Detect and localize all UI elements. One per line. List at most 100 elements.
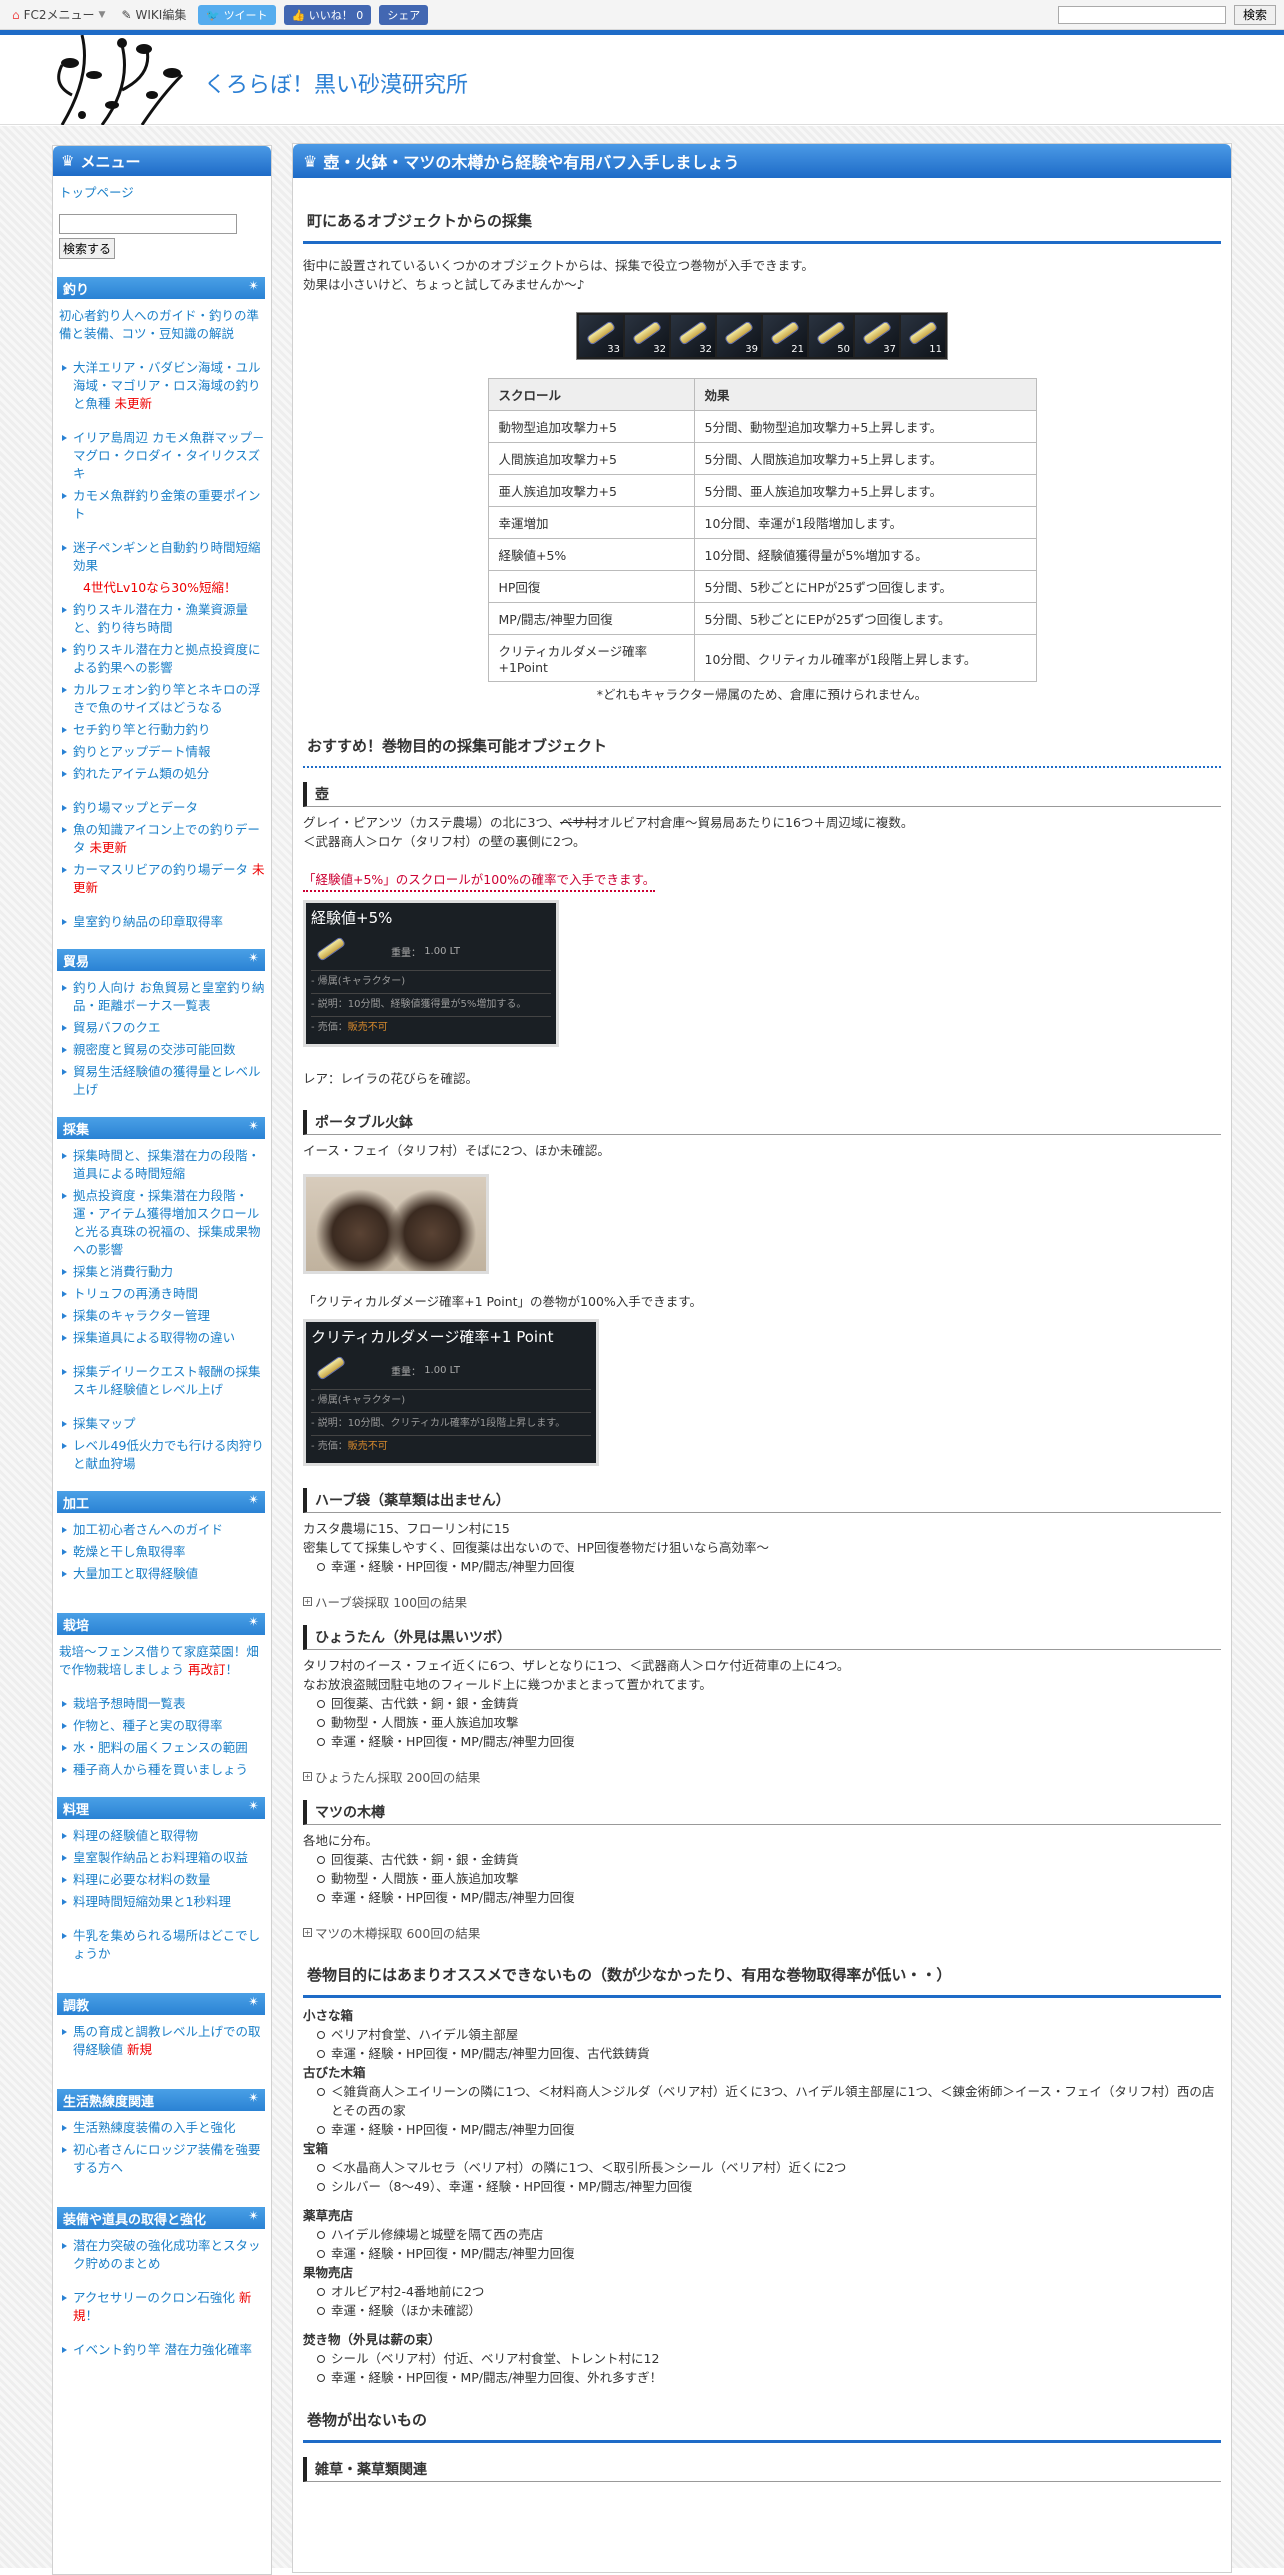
- sidebar-link[interactable]: 釣り人向け お魚貿易と皇室釣り納品・距離ボーナス一覧表: [59, 979, 265, 1015]
- sidebar-link[interactable]: 皇室製作納品とお料理箱の収益: [59, 1849, 265, 1867]
- sidebar-link[interactable]: 乾燥と干し魚取得率: [59, 1543, 265, 1561]
- tooltip-weight: 重量： 1.00 LT: [311, 1351, 591, 1389]
- sidebar-link-label: 採集デイリークエスト報酬の採集スキル経験値とレベル上げ: [73, 1364, 261, 1397]
- update-badge: 再改訂: [188, 1662, 226, 1677]
- sidebar-link[interactable]: 初心者釣り人へのガイド・釣りの準備と装備、コツ・豆知識の解説: [59, 307, 265, 343]
- sidebar-link[interactable]: 釣りとアップデート情報: [59, 743, 265, 761]
- sidebar-link[interactable]: 加工初心者さんへのガイド: [59, 1521, 265, 1539]
- sidebar-link[interactable]: 種子商人から種を買いましょう: [59, 1761, 265, 1779]
- fold-toggle-gourd[interactable]: + ひょうたん採取 200回の結果: [303, 1767, 1221, 1786]
- sidebar-link[interactable]: 釣りスキル潜在力・漁業資源量と、釣り待ち時間: [59, 601, 265, 637]
- sidebar-link[interactable]: 料理の経験値と取得物: [59, 1827, 265, 1845]
- sidebar-link[interactable]: イベント釣り竿 潜在力強化確率: [59, 2341, 265, 2359]
- sidebar-top-link[interactable]: トップページ: [59, 184, 265, 202]
- subheading-gourd: ひょうたん（外見は黒いツボ）: [303, 1625, 1221, 1650]
- sidebar-link[interactable]: カルフェオン釣り竿とネキロの浮きで魚のサイズはどうなる: [59, 681, 265, 717]
- sidebar-link[interactable]: 採集道具による取得物の違い: [59, 1329, 265, 1347]
- sidebar-link[interactable]: 馬の育成と調教レベル上げでの取得経験値 新規: [59, 2023, 265, 2059]
- scroll-item-icon: 21: [763, 315, 807, 357]
- share-button[interactable]: シェア: [379, 4, 429, 25]
- sidebar-link[interactable]: 作物と、種子と実の取得率: [59, 1717, 265, 1735]
- table-row: 動物型追加攻撃力+5 5分間、動物型追加攻撃力+5上昇します。: [487, 410, 1037, 443]
- fc2-logo-icon: ⌂: [12, 7, 20, 22]
- sidebar-link[interactable]: イリア島周辺 カモメ魚群マップ－マグロ・クロダイ・タイリクスズキ: [59, 429, 265, 483]
- sidebar-link-label: 料理に必要な材料の数量: [73, 1872, 211, 1887]
- sidebar-link[interactable]: 拠点投資度・採集潜在力段階・運・アイテム獲得増加スクロールと光る真珠の祝福の、採…: [59, 1187, 265, 1259]
- sidebar-search-button[interactable]: 検索する: [59, 238, 116, 259]
- subheading-tsubo: 壺: [303, 782, 1221, 807]
- list-item: 動物型・人間族・亜人族追加攻撃: [303, 1713, 1221, 1732]
- sidebar-link[interactable]: 採集と消費行動力: [59, 1263, 265, 1281]
- sidebar-link[interactable]: 牛乳を集められる場所はどこでしょうか: [59, 1927, 265, 1963]
- table-row: HP回復 5分間、5秒ごとにHPが25ずつ回復します。: [487, 570, 1037, 603]
- table-row: MP/闘志/神聖力回復 5分間、5秒ごとにEPが25ずつ回復します。: [487, 602, 1037, 635]
- fc2-menu[interactable]: ⌂ FC2メニュー ▼: [8, 6, 109, 23]
- sidebar-link[interactable]: 釣りスキル潜在力と拠点投資度による釣果への影響: [59, 641, 265, 677]
- sidebar-link[interactable]: 栽培予想時間一覧表: [59, 1695, 265, 1713]
- sidebar-link[interactable]: 採集時間と、採集潜在力の段階・道具による時間短縮: [59, 1147, 265, 1183]
- subheading-barrel: マツの木樽: [303, 1800, 1221, 1825]
- sidebar-link[interactable]: 貿易生活経験値の獲得量とレベル上げ: [59, 1063, 265, 1099]
- sidebar-link[interactable]: 水・肥料の届くフェンスの範囲: [59, 1739, 265, 1757]
- tweet-button[interactable]: 🐦 ツイート: [198, 4, 276, 25]
- category-label: 料理: [63, 1802, 90, 1818]
- sidebar-link[interactable]: 釣れたアイテム類の処分: [59, 765, 265, 783]
- fold-toggle-barrel[interactable]: + マツの木樽採取 600回の結果: [303, 1923, 1221, 1942]
- fc2-toolbar: ⌂ FC2メニュー ▼ ✎ WIKI編集 🐦 ツイート 👍 いいね！ 0 シェア 検索: [0, 0, 1284, 30]
- sidebar-link[interactable]: 貿易バフのクエ: [59, 1019, 265, 1037]
- sidebar-link[interactable]: 大量加工と取得経験値: [59, 1565, 265, 1583]
- tooltip-sell: - 売価：販売不可: [311, 1016, 551, 1039]
- sidebar-category-heading: 栽培 ✴: [57, 1613, 265, 1635]
- sidebar-link[interactable]: 釣り場マップとデータ: [59, 799, 265, 817]
- sidebar-search-input[interactable]: [59, 214, 237, 234]
- like-button[interactable]: 👍 いいね！ 0: [283, 4, 372, 25]
- scroll-count: 37: [883, 344, 896, 355]
- sidebar-link-label: 皇室製作納品とお料理箱の収益: [73, 1850, 249, 1865]
- list-item: 回復薬、古代鉄・銅・銀・金鋳貨: [303, 1694, 1221, 1713]
- sidebar-link-label: 料理時間短縮効果と1秒料理: [73, 1894, 231, 1909]
- sparkle-icon: ✴: [248, 1995, 259, 2010]
- sidebar-categories: 釣り ✴ 初心者釣り人へのガイド・釣りの準備と装備、コツ・豆知識の解説 大洋エリア・バ…: [57, 277, 265, 2359]
- sidebar-link-label: 作物と、種子と実の取得率: [73, 1718, 223, 1733]
- sidebar-link[interactable]: 魚の知識アイコン上での釣りデータ 未更新: [59, 821, 265, 857]
- sidebar-link[interactable]: 大洋エリア・バダビン海域・ユル海域・マゴリア・ロス海域の釣りと魚種 未更新: [59, 359, 265, 413]
- search-button[interactable]: 検索: [1233, 4, 1276, 25]
- sidebar-link[interactable]: 採集デイリークエスト報酬の採集スキル経験値とレベル上げ: [59, 1363, 265, 1399]
- sidebar-link[interactable]: 栽培～フェンス借りて家庭菜園！畑で作物栽培しましょう 再改訂！: [59, 1643, 265, 1679]
- wiki-edit-link[interactable]: ✎ WIKI編集: [117, 6, 190, 23]
- sidebar-link[interactable]: 親密度と貿易の交渉可能回数: [59, 1041, 265, 1059]
- sidebar-link-label: 貿易生活経験値の獲得量とレベル上げ: [73, 1064, 261, 1097]
- table-cell: 5分間、動物型追加攻撃力+5上昇します。: [693, 410, 1037, 443]
- category-label: 栽培: [63, 1618, 90, 1634]
- sidebar-link[interactable]: アクセサリーのクロン石強化 新規！: [59, 2289, 265, 2325]
- old-box-list: ＜雑貨商人＞エイリーンの隣に1つ、＜材料商人＞ジルダ（ベリア村）近くに3つ、ハイ…: [303, 2082, 1221, 2139]
- sidebar-link-label: 釣り人向け お魚貿易と皇室釣り納品・距離ボーナス一覧表: [73, 980, 265, 1013]
- sparkle-icon: ✴: [248, 2091, 259, 2106]
- sidebar-link[interactable]: 料理時間短縮効果と1秒料理: [59, 1893, 265, 1911]
- scroll-row: 33 32 32 39 21 50 37 11: [576, 312, 948, 360]
- sidebar-link-label: 生活熟練度装備の入手と強化: [73, 2120, 236, 2135]
- sidebar-link[interactable]: カモメ魚群釣り金策の重要ポイント: [59, 487, 265, 523]
- list-item: ＜雑貨商人＞エイリーンの隣に1つ、＜材料商人＞ジルダ（ベリア村）近くに3つ、ハイ…: [303, 2082, 1221, 2120]
- sidebar-link[interactable]: トリュフの再湧き時間: [59, 1285, 265, 1303]
- sidebar-link[interactable]: セチ釣り竿と行動力釣り: [59, 721, 265, 739]
- list-item: 回復薬、古代鉄・銅・銀・金鋳貨: [303, 1850, 1221, 1869]
- sidebar-link[interactable]: 採集マップ: [59, 1415, 265, 1433]
- subheading-herb: ハーブ袋（薬草類は出ません）: [303, 1488, 1221, 1513]
- site-title[interactable]: くろらぼ！黒い砂漠研究所: [204, 67, 468, 99]
- sidebar-link[interactable]: 迷子ペンギンと自動釣り時間短縮効果: [59, 539, 265, 575]
- sidebar-link[interactable]: 料理に必要な材料の数量: [59, 1871, 265, 1889]
- fold-toggle-herb[interactable]: + ハーブ袋採取 100回の結果: [303, 1592, 1221, 1611]
- sidebar-link[interactable]: 潜在力突破の強化成功率とスタック貯めのまとめ: [59, 2237, 265, 2273]
- article-body: 町にあるオブジェクトからの採集 街中に設置されているいくつかのオブジェクトからは…: [293, 178, 1231, 2482]
- herb-list: 幸運・経験・HP回復・MP/闘志/神聖力回復: [303, 1557, 1221, 1576]
- sidebar-link[interactable]: カーマスリビアの釣り場データ 未更新: [59, 861, 265, 897]
- treasure-list: ＜水晶商人＞マルセラ（ベリア村）の隣に1つ、＜取引所長＞シール（ベリア村）近くに…: [303, 2158, 1221, 2196]
- sidebar-link[interactable]: 生活熟練度装備の入手と強化: [59, 2119, 265, 2137]
- search-input[interactable]: [1057, 5, 1226, 24]
- sidebar-link[interactable]: 初心者さんにロッジア装備を強要する方へ: [59, 2141, 265, 2177]
- sidebar-link[interactable]: 皇室釣り納品の印章取得率: [59, 913, 265, 931]
- sidebar-link[interactable]: 採集のキャラクター管理: [59, 1307, 265, 1325]
- sidebar-link[interactable]: レベル49低火力でも行ける肉狩りと献血狩場: [59, 1437, 265, 1473]
- object-name: 薬草売店: [303, 2208, 354, 2223]
